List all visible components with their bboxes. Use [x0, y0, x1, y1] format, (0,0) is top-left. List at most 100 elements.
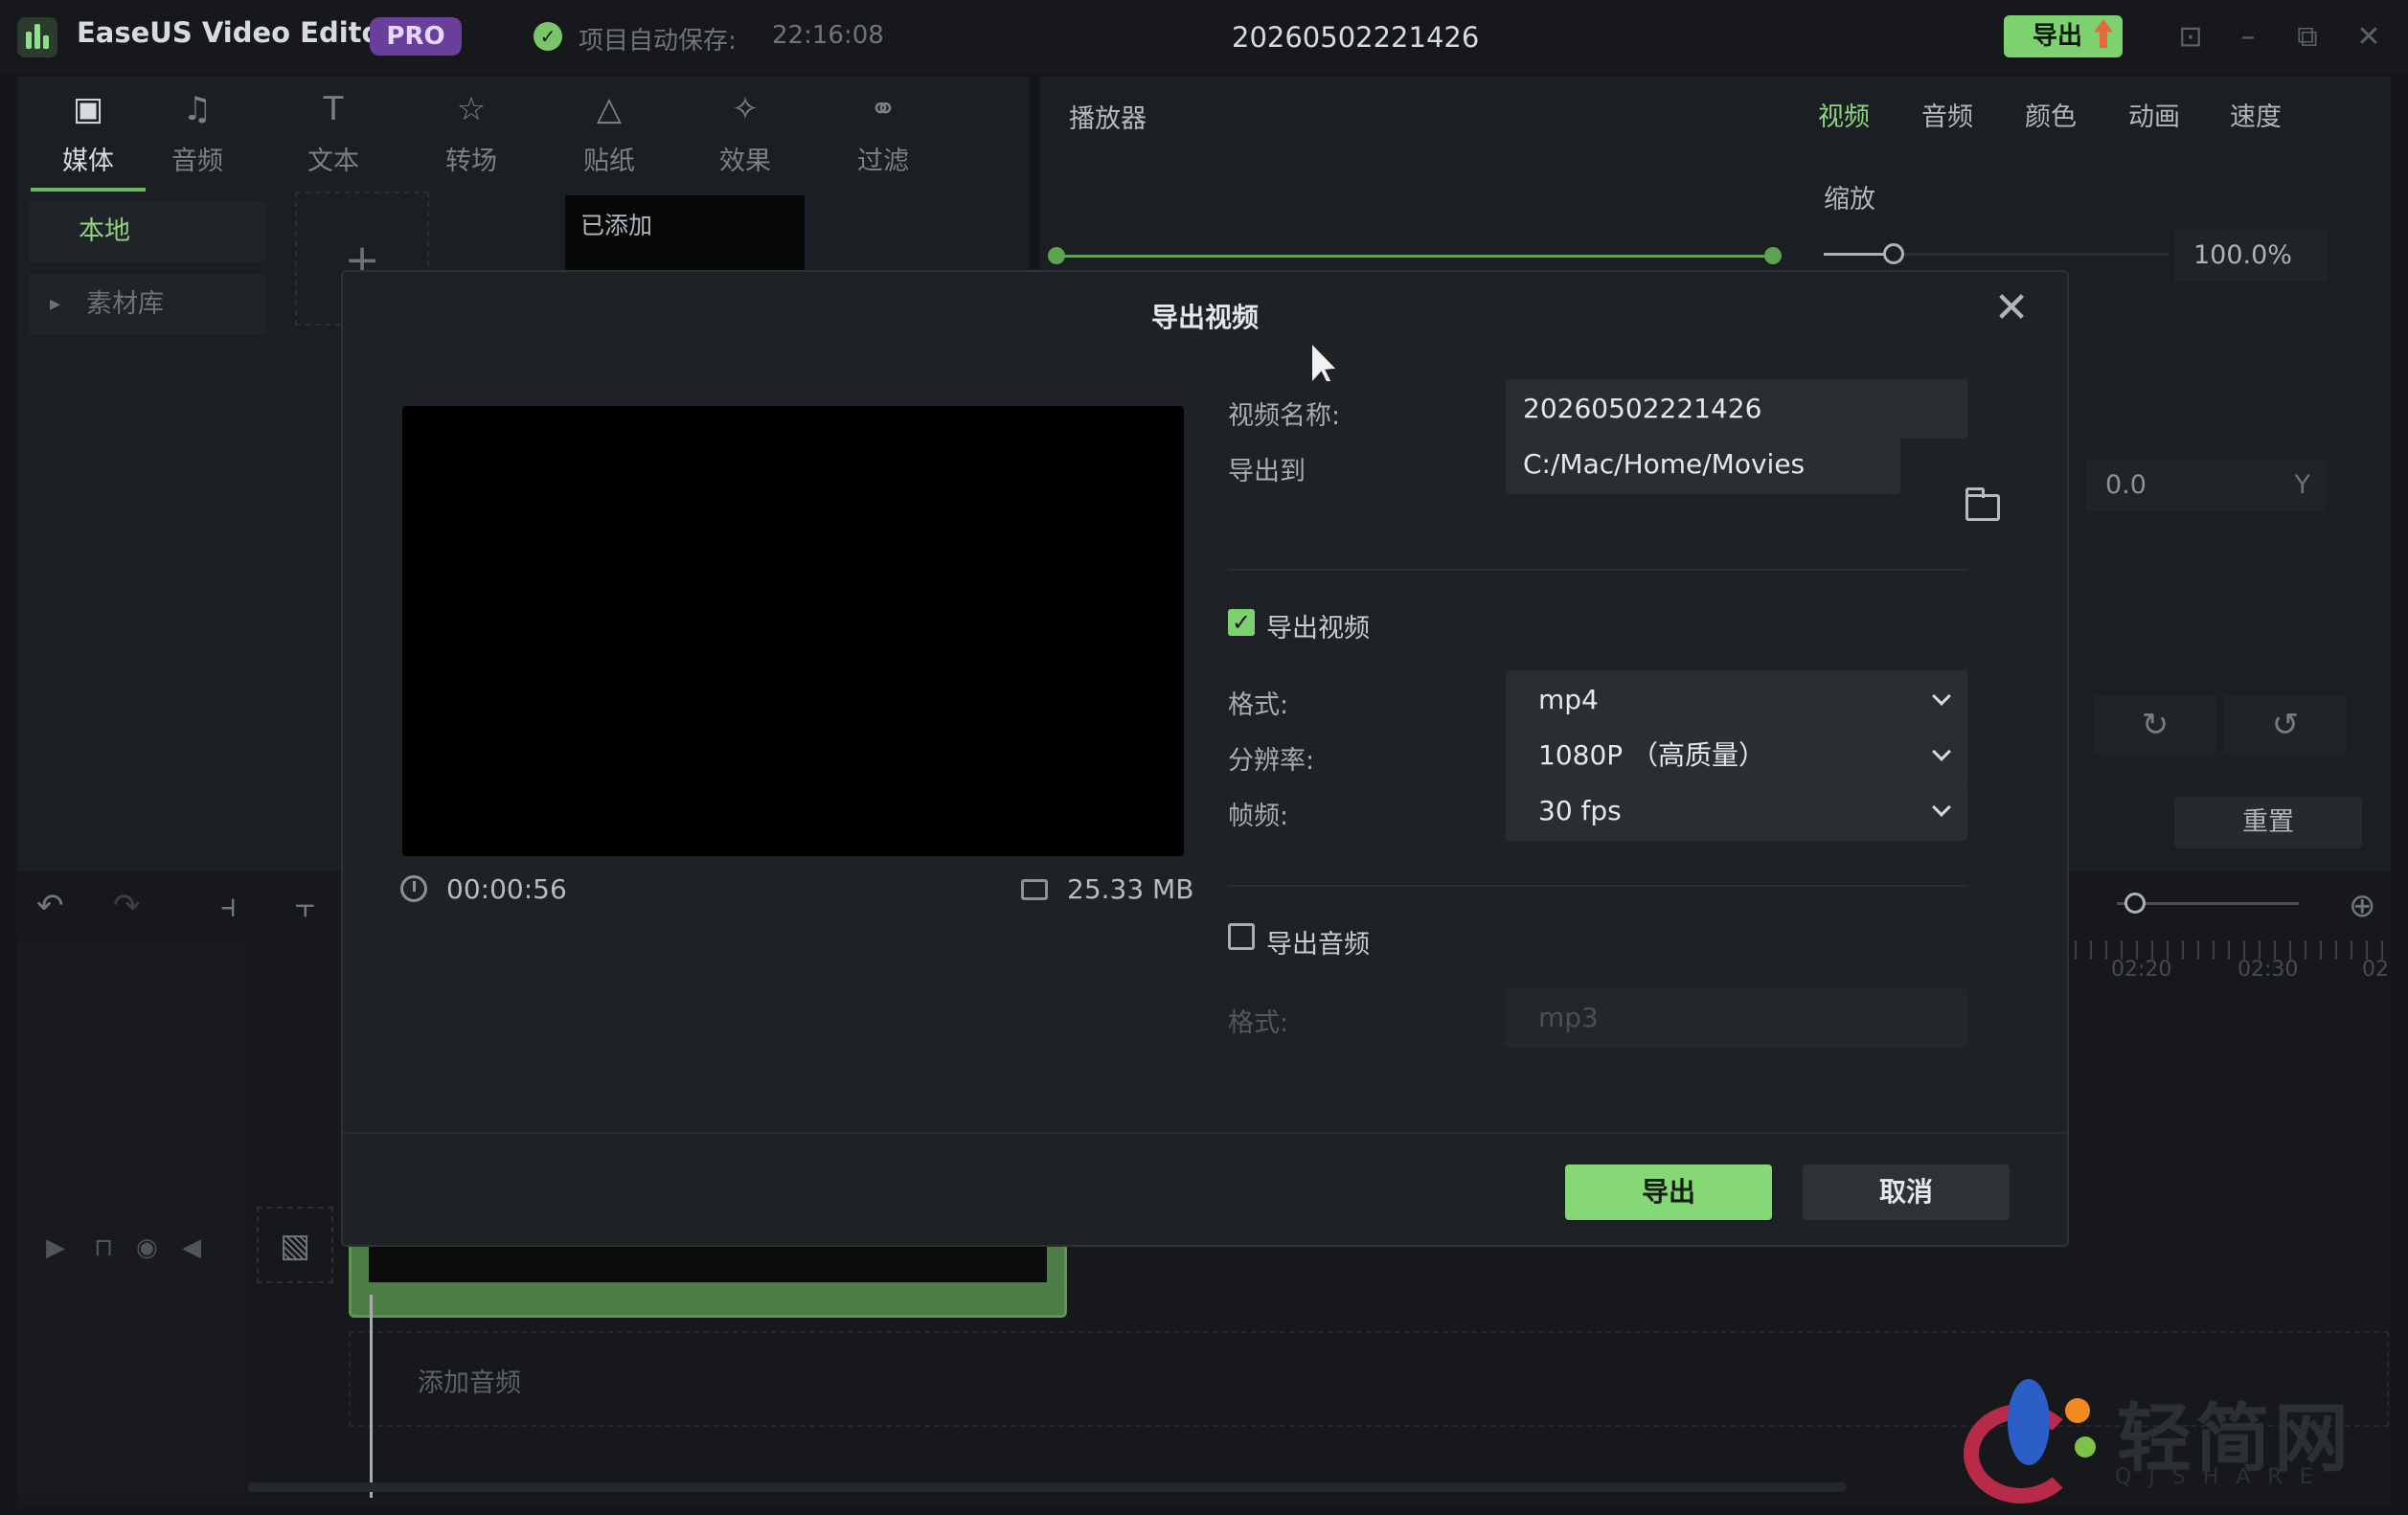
audio-format-select[interactable]: mp3: [1506, 988, 1967, 1048]
track-header-column: [17, 940, 243, 1496]
dialog-footer-divider: [343, 1132, 2067, 1134]
reset-button[interactable]: 重置: [2174, 797, 2362, 848]
split-icon[interactable]: ⫞: [220, 887, 237, 925]
format-value: mp4: [1538, 684, 1599, 715]
scale-label: 缩放: [1824, 185, 1875, 215]
player-title: 播放器: [1069, 104, 1147, 134]
ruler-label: 02:30: [2238, 958, 2299, 982]
project-name: 20260502221426: [1232, 21, 1480, 54]
transition-icon: ☆: [456, 90, 487, 128]
tab-transition[interactable]: ☆ 转场: [414, 90, 529, 186]
video-preview: [402, 406, 1184, 856]
cancel-button[interactable]: 取消: [1803, 1165, 2010, 1220]
tab-prop-animation[interactable]: 动画: [2128, 96, 2180, 133]
clip-thumbnail: [369, 1244, 1047, 1282]
chevron-down-icon: [1932, 798, 1951, 817]
tab-prop-video[interactable]: 视频: [1818, 96, 1870, 133]
export-path-input[interactable]: C:/Mac/Home/Movies: [1506, 435, 1900, 494]
timeline-zoom-knob[interactable]: [2124, 893, 2146, 914]
rotate-cw-icon[interactable]: ↻: [2094, 695, 2216, 755]
undo-icon[interactable]: ↶: [36, 887, 64, 925]
track-lock-icon[interactable]: ⊓: [94, 1233, 113, 1262]
resolution-select[interactable]: 1080P （高质量）: [1506, 726, 1967, 785]
top-export-label: 导出: [2033, 22, 2083, 51]
tab-label: 媒体: [62, 147, 114, 176]
video-clip[interactable]: [349, 1241, 1067, 1318]
resolution-label: 分辨率:: [1228, 746, 1315, 776]
chevron-down-icon: [1932, 742, 1951, 761]
tab-label: 音频: [171, 147, 223, 176]
minimize-icon[interactable]: –: [2232, 21, 2264, 54]
tab-label: 转场: [445, 147, 497, 176]
video-name-input[interactable]: 20260502221426: [1506, 379, 1967, 439]
tab-prop-speed[interactable]: 速度: [2230, 96, 2282, 133]
tab-audio[interactable]: ♫ 音频: [140, 90, 255, 186]
position-input[interactable]: 0.0 Y: [2086, 460, 2326, 511]
tab-media[interactable]: ▣ 媒体: [31, 90, 146, 192]
add-audio-label: 添加音频: [418, 1368, 521, 1398]
top-export-button[interactable]: 导出: [2004, 15, 2123, 57]
fps-select[interactable]: 30 fps: [1506, 781, 1967, 841]
track-play-icon[interactable]: ▶: [46, 1233, 65, 1262]
ruler-label: 02: [2362, 958, 2389, 982]
tab-prop-audio[interactable]: 音频: [1921, 96, 1973, 133]
check-icon: ✓: [534, 22, 562, 51]
sidebar-item-local[interactable]: 本地: [29, 201, 266, 262]
tab-label: 贴纸: [583, 147, 635, 176]
player-start-handle[interactable]: [1048, 247, 1065, 264]
sidebar-item-library[interactable]: 素材库: [29, 274, 266, 335]
zoom-in-icon[interactable]: ⊕: [2349, 887, 2376, 925]
pro-badge[interactable]: PRO: [370, 17, 462, 56]
audio-icon: ♫: [182, 90, 213, 128]
tab-label: 过滤: [857, 147, 909, 176]
position-value: 0.0: [2105, 470, 2147, 500]
export-path-label: 导出到: [1228, 457, 1306, 486]
chevron-down-icon: [1932, 687, 1951, 706]
export-button[interactable]: 导出: [1565, 1165, 1772, 1220]
upload-arrow-icon: [2094, 19, 2113, 48]
redo-icon[interactable]: ↷: [113, 887, 141, 925]
effect-icon: ✧: [731, 90, 760, 128]
folder-open-icon[interactable]: [1965, 487, 2000, 521]
export-audio-checkbox[interactable]: [1228, 923, 1255, 950]
add-image-icon[interactable]: ▧: [257, 1207, 333, 1283]
autosave-label: 项目自动保存:: [579, 27, 737, 56]
close-icon[interactable]: ✕: [1988, 285, 2034, 331]
duration-value: 00:00:56: [446, 873, 567, 905]
export-dialog: 导出视频 ✕ 00:00:56 25.33 MB 视频名称: 202605022…: [341, 270, 2069, 1247]
app-title: EaseUS Video Editor: [77, 16, 395, 49]
tab-text[interactable]: T 文本: [276, 90, 391, 186]
export-audio-label: 导出音频: [1266, 930, 1370, 960]
trim-icon[interactable]: ⫟: [295, 887, 315, 925]
fps-value: 30 fps: [1538, 795, 1622, 826]
resolution-value: 1080P （高质量）: [1538, 739, 1766, 771]
player-progress[interactable]: [1056, 255, 1778, 258]
tab-filter[interactable]: ⚭ 过滤: [826, 90, 941, 186]
scale-input[interactable]: 100.0%: [2174, 230, 2328, 282]
track-visibility-icon[interactable]: ◉: [136, 1233, 158, 1262]
autosave-time: 22:16:08: [772, 21, 884, 50]
tab-effect[interactable]: ✧ 效果: [688, 90, 803, 186]
file-size-value: 25.33 MB: [1067, 873, 1194, 905]
tab-sticker[interactable]: △ 贴纸: [552, 90, 667, 186]
scale-slider-knob[interactable]: [1883, 243, 1904, 264]
playhead[interactable]: [370, 1295, 373, 1498]
scale-slider[interactable]: [1824, 243, 2169, 264]
window-close-icon[interactable]: ✕: [2352, 21, 2385, 54]
format-label: 格式:: [1228, 690, 1289, 720]
file-size-icon: [1021, 879, 1048, 900]
player-end-handle[interactable]: [1764, 247, 1782, 264]
export-video-checkbox[interactable]: ✓: [1228, 609, 1255, 636]
format-select[interactable]: mp4: [1506, 670, 1967, 730]
track-volume-icon[interactable]: ◀: [182, 1233, 201, 1262]
watermark-subtext: QJSHARE: [2115, 1465, 2330, 1489]
tab-label: 文本: [307, 147, 359, 176]
timeline-scrollbar[interactable]: [247, 1482, 1847, 1492]
export-video-label: 导出视频: [1266, 614, 1370, 644]
restore-icon[interactable]: ⧉: [2291, 21, 2324, 54]
tab-prop-color[interactable]: 颜色: [2025, 96, 2077, 133]
scale-slider-fill: [1824, 253, 1891, 256]
window-mode-icon[interactable]: ⊡: [2174, 21, 2207, 54]
fps-label: 帧频:: [1228, 802, 1289, 831]
rotate-ccw-icon[interactable]: ↺: [2224, 695, 2347, 755]
